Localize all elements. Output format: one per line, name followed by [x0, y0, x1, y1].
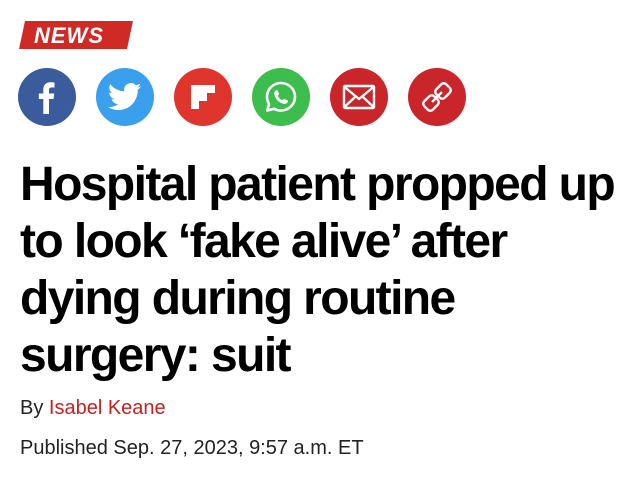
article-headline: Hospital patient propped up to look ‘fak… — [20, 158, 616, 382]
section-label[interactable]: NEWS — [34, 23, 104, 49]
facebook-icon — [38, 82, 55, 114]
byline: By Isabel Keane — [20, 396, 166, 420]
link-icon — [422, 82, 452, 112]
twitter-icon — [108, 82, 142, 111]
whatsapp-share-button[interactable] — [252, 68, 310, 126]
byline-prefix: By — [20, 397, 44, 419]
flipboard-share-button[interactable] — [174, 68, 232, 126]
copy-link-button[interactable] — [408, 68, 466, 126]
share-bar — [18, 68, 466, 126]
email-icon — [342, 84, 376, 110]
email-share-button[interactable] — [330, 68, 388, 126]
author-link[interactable]: Isabel Keane — [49, 397, 166, 419]
flipboard-icon — [191, 85, 215, 109]
publish-date: Published Sep. 27, 2023, 9:57 a.m. ET — [20, 437, 364, 459]
whatsapp-icon — [265, 81, 297, 112]
twitter-share-button[interactable] — [96, 68, 154, 126]
facebook-share-button[interactable] — [18, 68, 76, 126]
